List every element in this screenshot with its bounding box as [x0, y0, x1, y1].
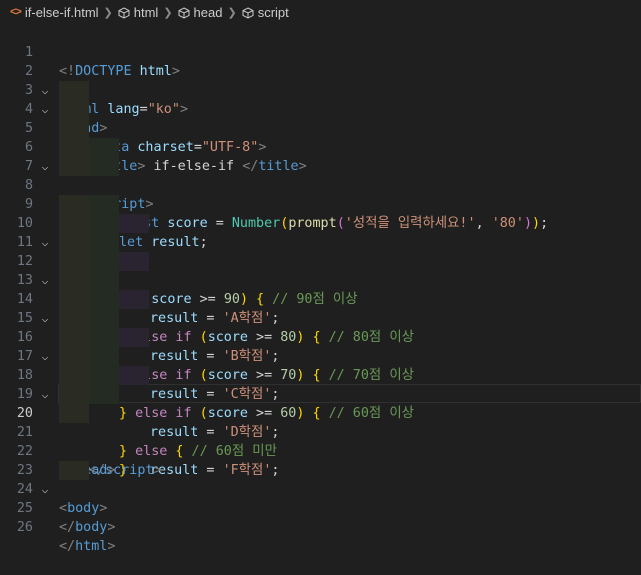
indent-guide [89, 309, 119, 328]
indent-guide [119, 214, 149, 233]
indent-guide [89, 233, 119, 252]
breadcrumb-file[interactable]: if-else-if.html [25, 5, 99, 20]
indent-guide [89, 157, 119, 176]
indent-guide [59, 347, 89, 366]
indent-guide [89, 271, 119, 290]
indent-guide [59, 328, 89, 347]
breadcrumb: <> if-else-if.html ❯ html ❯ head ❯ scrip… [0, 0, 641, 24]
symbol-cube-icon [242, 7, 254, 19]
indent-guide [119, 366, 149, 385]
code-line-18[interactable]: 18 ⌵ } else { // 60점 미만 [0, 347, 641, 366]
code-line-5[interactable]: 5 <title> if-else-if </title> [0, 100, 641, 119]
indent-guide [119, 328, 149, 347]
indent-guide [59, 195, 89, 214]
indent-guide [59, 81, 89, 100]
breadcrumb-item-html[interactable]: html [134, 5, 159, 20]
indent-guide [89, 214, 119, 233]
code-line-1[interactable]: 1 <!DOCTYPE html> [0, 24, 641, 43]
indent-guide [89, 328, 119, 347]
indent-guide [89, 385, 119, 404]
indent-guide [119, 252, 149, 271]
breadcrumb-item-script[interactable]: script [258, 5, 289, 20]
line-number: 26 [0, 518, 33, 537]
code-line-26[interactable]: 26 </html> [0, 499, 641, 518]
code-line-25[interactable]: 25 </body> [0, 480, 641, 499]
indent-guide [59, 404, 89, 423]
indent-guide [89, 347, 119, 366]
chevron-right-icon: ❯ [227, 6, 236, 19]
code-line-9[interactable]: 9 [0, 176, 641, 195]
line-code[interactable]: </body> [59, 518, 115, 537]
indent-guide [59, 385, 89, 404]
code-line-12[interactable]: 12 ⌵ } else if (score >= 80) { // 80점 이상 [0, 233, 641, 252]
code-line-14[interactable]: 14 ⌵ } else if (score >= 70) { // 70점 이상 [0, 271, 641, 290]
indent-guide [59, 138, 89, 157]
line-code[interactable]: </html> [59, 537, 115, 556]
code-editor[interactable]: 1 <!DOCTYPE html> 2 ⌵ <html lang="ko"> 3… [0, 24, 641, 559]
code-line-6[interactable]: 6 ⌵ <script> [0, 119, 641, 138]
chevron-right-icon: ❯ [163, 6, 172, 19]
indent-guide [59, 290, 89, 309]
code-line-17[interactable]: 17 result = 'D학점'; [0, 328, 641, 347]
breadcrumb-item-head[interactable]: head [194, 5, 223, 20]
indent-guide [59, 233, 89, 252]
indent-guide [59, 252, 89, 271]
code-line-2[interactable]: 2 ⌵ <html lang="ko"> [0, 43, 641, 62]
code-line-13[interactable]: 13 result = 'B학점'; [0, 252, 641, 271]
code-line-15[interactable]: 15 result = 'C학점'; [0, 290, 641, 309]
indent-guide [59, 271, 89, 290]
code-line-3[interactable]: 3 ⌵ <head> [0, 62, 641, 81]
indent-guide [59, 119, 89, 138]
code-line-19[interactable]: 19 result = 'F학점'; [0, 366, 641, 385]
indent-guide [89, 366, 119, 385]
code-line-8[interactable]: 8 let result; [0, 157, 641, 176]
indent-guide [89, 252, 119, 271]
indent-guide [89, 138, 119, 157]
code-line-4[interactable]: 4 <meta charset="UTF-8"> [0, 81, 641, 100]
indent-guide [59, 366, 89, 385]
indent-guide [59, 100, 89, 119]
code-line-16[interactable]: 16 ⌵ } else if (score >= 60) { // 60점 이상 [0, 309, 641, 328]
indent-guide [59, 157, 89, 176]
html-file-icon: <> [10, 6, 21, 18]
code-line-20[interactable]: 20 } [0, 385, 641, 404]
indent-guide [119, 290, 149, 309]
code-line-10[interactable]: 10 ⌵ if (score >= 90) { // 90점 이상 [0, 195, 641, 214]
indent-guide [59, 461, 89, 480]
symbol-cube-icon [118, 7, 130, 19]
code-line-21[interactable]: 21 </script> [0, 404, 641, 423]
code-line-24[interactable]: 24 [0, 461, 641, 480]
symbol-cube-icon [178, 7, 190, 19]
indent-guide [89, 195, 119, 214]
code-line-23[interactable]: 23 ⌵ <body> [0, 442, 641, 461]
code-line-22[interactable]: 22 </head> [0, 423, 641, 442]
chevron-right-icon: ❯ [104, 6, 113, 19]
indent-guide [59, 309, 89, 328]
code-line-11[interactable]: 11 result = 'A학점'; [0, 214, 641, 233]
indent-guide [89, 290, 119, 309]
indent-guide [59, 214, 89, 233]
code-line-7[interactable]: 7 const score = Number(prompt('성적을 입력하세요… [0, 138, 641, 157]
